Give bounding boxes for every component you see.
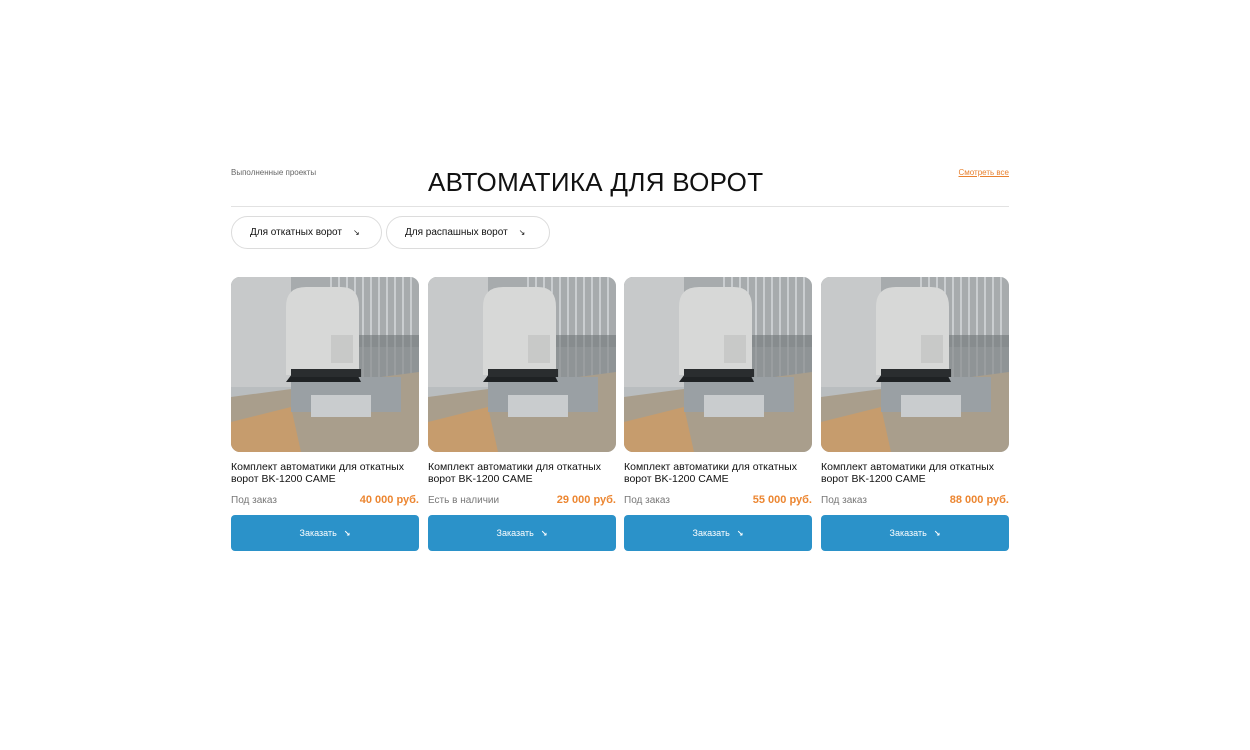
order-button-label: Заказать	[299, 528, 337, 538]
product-title[interactable]: Комплект автоматики для откатных ворот B…	[624, 461, 812, 485]
order-button[interactable]: Заказать ↘	[428, 515, 616, 551]
sliding-gate-motor-photo[interactable]	[624, 277, 812, 452]
product-card[interactable]: Комплект автоматики для откатных ворот B…	[231, 277, 419, 551]
availability-status: Под заказ	[231, 495, 277, 506]
section-header: Выполненные проекты АВТОМАТИКА ДЛЯ ВОРОТ…	[231, 160, 1009, 207]
chevron-down-right-icon: ↘	[352, 227, 360, 237]
product-meta: Есть в наличии 29 000 руб.	[428, 494, 616, 506]
order-button[interactable]: Заказать ↘	[624, 515, 812, 551]
product-grid: Комплект автоматики для откатных ворот B…	[231, 277, 1009, 552]
product-title[interactable]: Комплект автоматики для откатных ворот B…	[821, 461, 1009, 485]
product-price: 88 000 руб.	[949, 494, 1009, 506]
filter-sliding-gates[interactable]: Для откатных ворот ↘	[231, 216, 382, 249]
product-price: 40 000 руб.	[359, 494, 419, 506]
order-button[interactable]: Заказать ↘	[231, 515, 419, 551]
sliding-gate-motor-photo[interactable]	[231, 277, 419, 452]
product-meta: Под заказ 40 000 руб.	[231, 494, 419, 506]
product-meta: Под заказ 88 000 руб.	[821, 494, 1009, 506]
product-card[interactable]: Комплект автоматики для откатных ворот B…	[624, 277, 812, 551]
arrow-down-right-icon: ↘	[736, 528, 744, 538]
section-title: АВТОМАТИКА ДЛЯ ВОРОТ	[428, 167, 764, 197]
filter-label: Для откатных ворот	[250, 227, 342, 238]
product-price: 29 000 руб.	[556, 494, 616, 506]
availability-status: Под заказ	[821, 495, 867, 506]
sliding-gate-motor-photo[interactable]	[428, 277, 616, 452]
arrow-down-right-icon: ↘	[343, 528, 351, 538]
filter-swing-gates[interactable]: Для распашных ворот ↘	[386, 216, 550, 249]
availability-status: Есть в наличии	[428, 495, 500, 506]
product-card[interactable]: Комплект автоматики для откатных ворот B…	[428, 277, 616, 551]
see-all-link[interactable]: Смотреть все	[958, 168, 1009, 177]
category-filters: Для откатных ворот ↘ Для распашных ворот…	[231, 216, 1009, 252]
section-eyebrow: Выполненные проекты	[231, 168, 317, 177]
order-button-label: Заказать	[692, 528, 730, 538]
sliding-gate-motor-photo[interactable]	[821, 277, 1009, 452]
order-button[interactable]: Заказать ↘	[821, 515, 1009, 551]
product-meta: Под заказ 55 000 руб.	[624, 494, 812, 506]
order-button-label: Заказать	[496, 528, 534, 538]
product-card[interactable]: Комплект автоматики для откатных ворот B…	[821, 277, 1009, 551]
product-price: 55 000 руб.	[752, 494, 812, 506]
availability-status: Под заказ	[624, 495, 670, 506]
gate-automation-section: Выполненные проекты АВТОМАТИКА ДЛЯ ВОРОТ…	[231, 160, 1009, 551]
filter-label: Для распашных ворот	[405, 227, 508, 238]
product-title[interactable]: Комплект автоматики для откатных ворот B…	[231, 461, 419, 485]
order-button-label: Заказать	[889, 528, 927, 538]
arrow-down-right-icon: ↘	[540, 528, 548, 538]
chevron-down-right-icon: ↘	[518, 227, 526, 237]
product-title[interactable]: Комплект автоматики для откатных ворот B…	[428, 461, 616, 485]
arrow-down-right-icon: ↘	[933, 528, 941, 538]
